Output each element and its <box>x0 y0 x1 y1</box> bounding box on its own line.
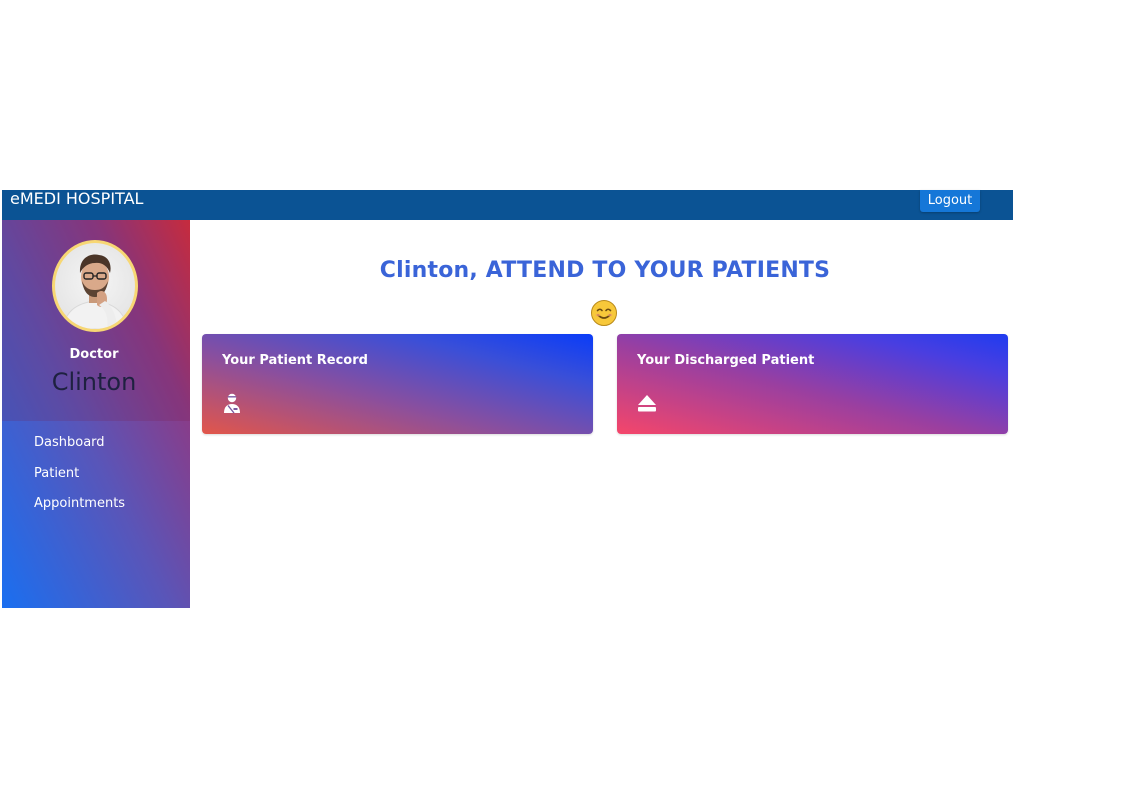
main-content: Clinton, ATTEND TO YOUR PATIENTS Your Pa… <box>190 220 1013 608</box>
profile-panel: Doctor Clinton <box>2 220 190 421</box>
top-navbar: eMEDI HOSPITAL Logout <box>2 190 1013 220</box>
logout-button[interactable]: Logout <box>920 190 980 212</box>
doctor-name: Clinton <box>51 368 137 396</box>
sidebar-nav: Dashboard Patient Appointments <box>34 434 125 526</box>
smiley-emoji-icon <box>591 300 617 326</box>
sidebar-item-dashboard[interactable]: Dashboard <box>34 434 125 465</box>
eject-icon <box>638 395 656 412</box>
card-title: Your Patient Record <box>222 353 368 368</box>
brand-title[interactable]: eMEDI HOSPITAL <box>10 190 143 208</box>
card-title: Your Discharged Patient <box>637 353 815 368</box>
doctor-photo <box>62 254 128 329</box>
role-label: Doctor <box>69 347 119 362</box>
sidebar-item-patient[interactable]: Patient <box>34 465 125 496</box>
page-title: Clinton, ATTEND TO YOUR PATIENTS <box>379 258 831 283</box>
discharged-patient-card[interactable]: Your Discharged Patient <box>617 334 1008 434</box>
sidebar-item-appointments[interactable]: Appointments <box>34 495 125 526</box>
user-injured-icon <box>224 393 240 414</box>
app-window: eMEDI HOSPITAL Logout Doctor Clinton Das… <box>2 190 1013 608</box>
avatar <box>52 240 138 332</box>
patient-record-card[interactable]: Your Patient Record <box>202 334 593 434</box>
sidebar: Doctor Clinton Dashboard Patient Appoint… <box>2 220 190 608</box>
